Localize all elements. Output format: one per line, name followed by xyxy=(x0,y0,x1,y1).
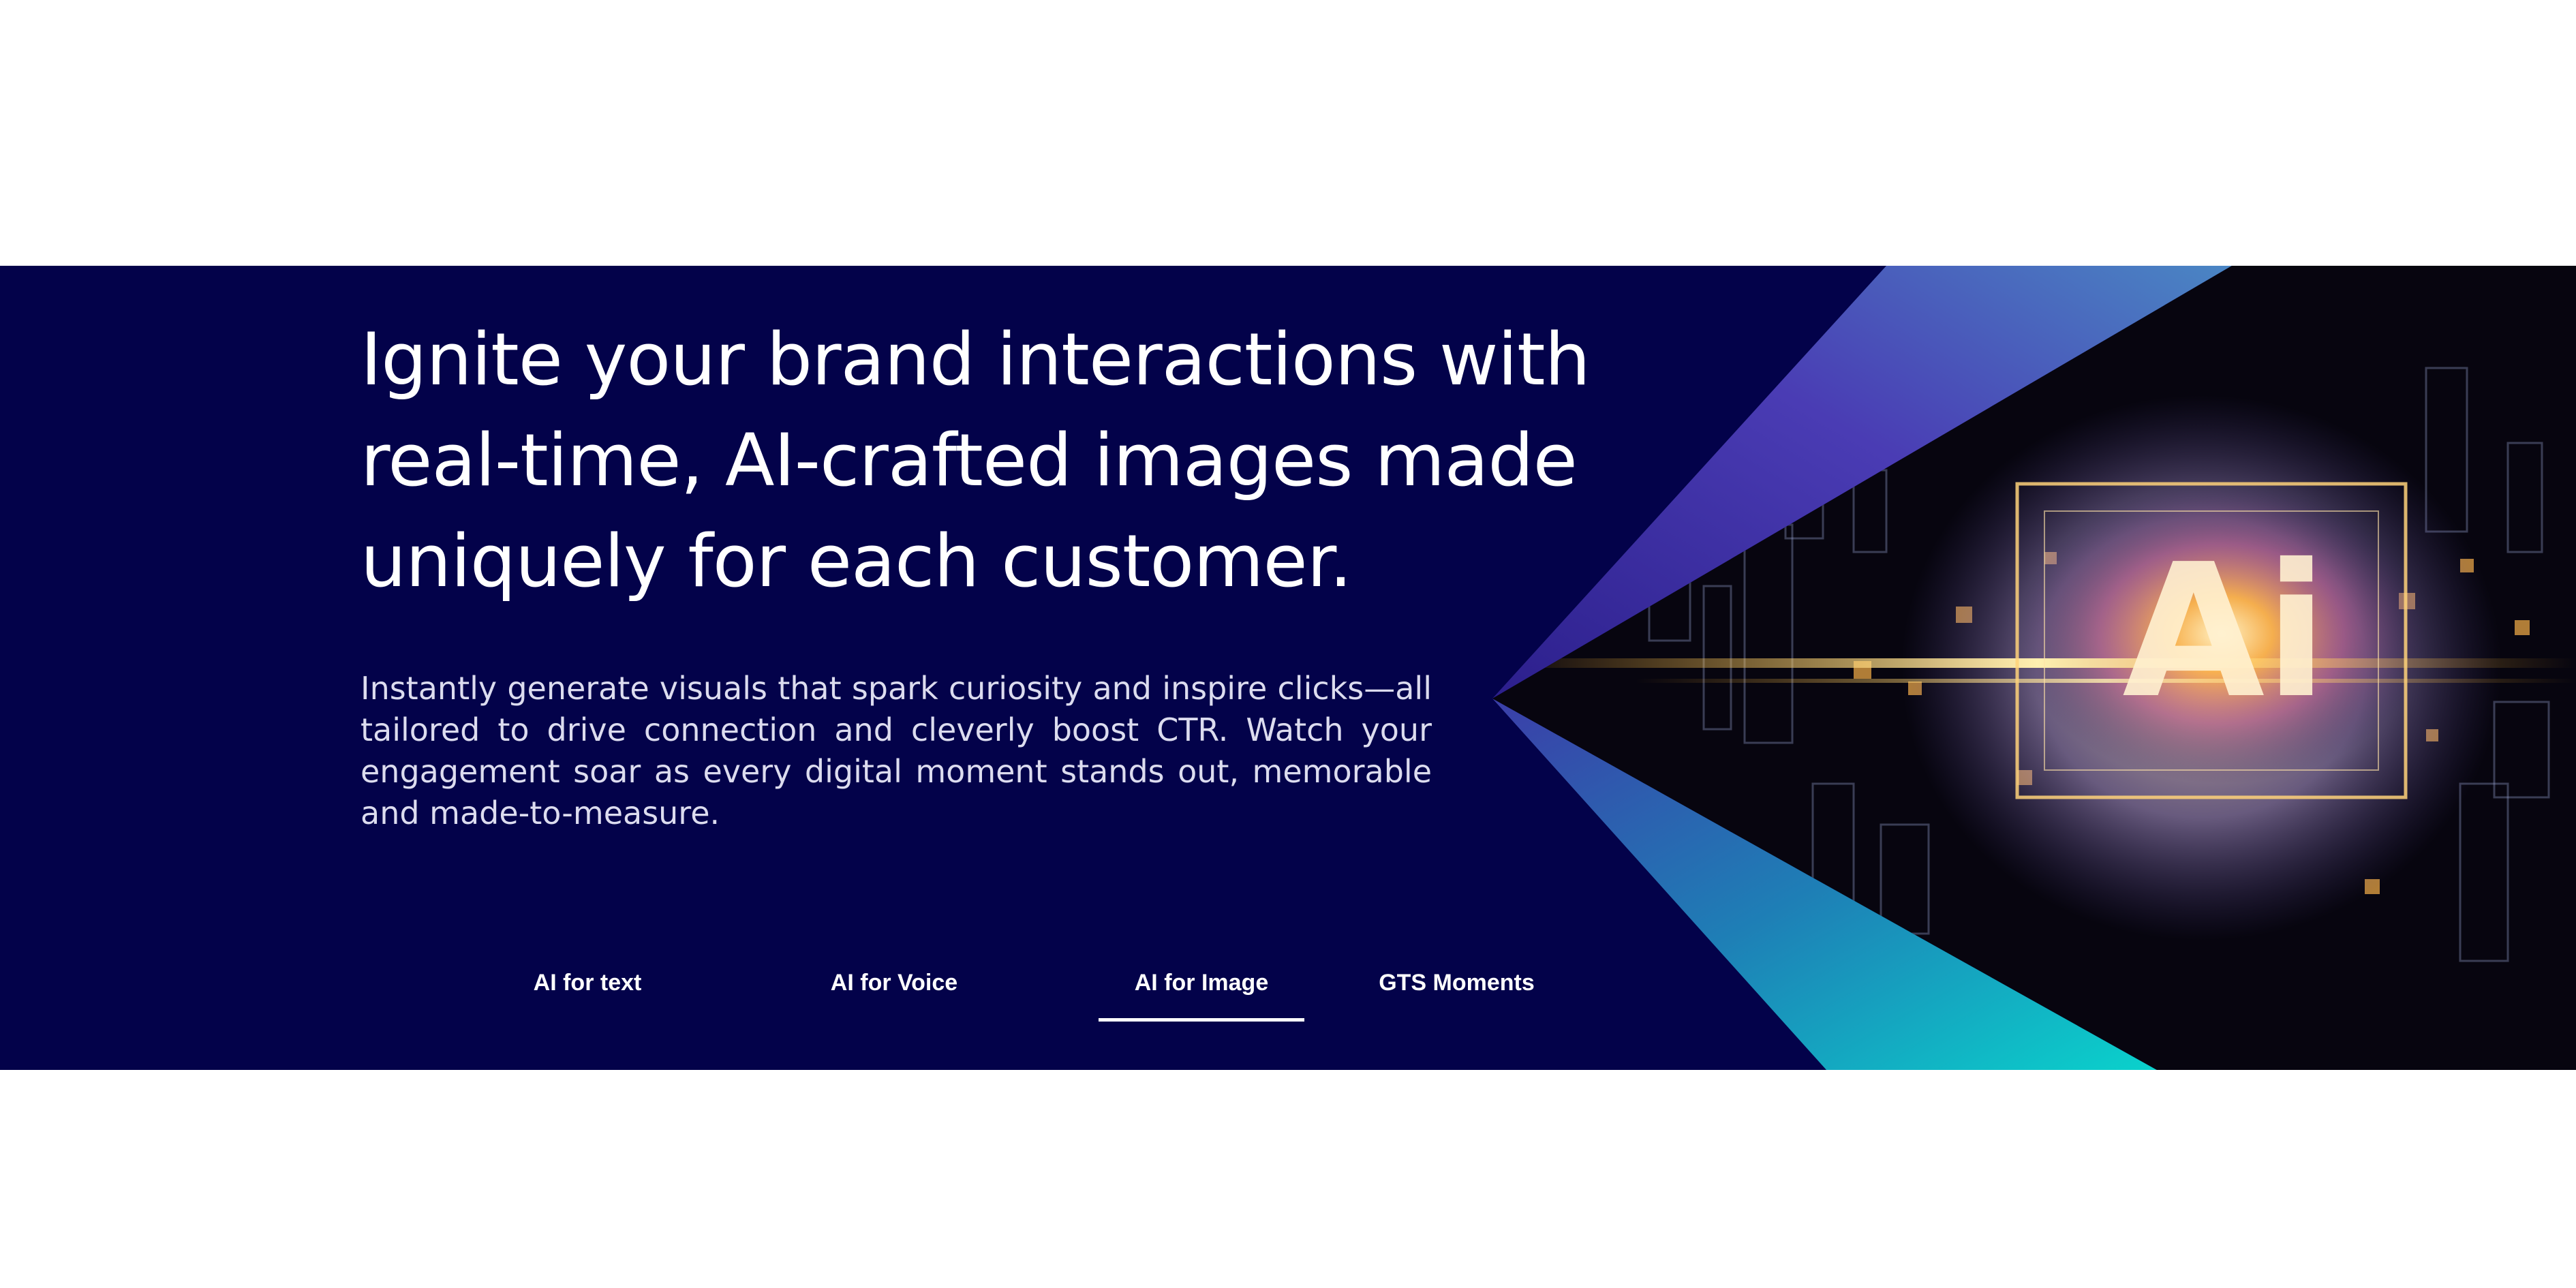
hero-description: Instantly generate visuals that spark cu… xyxy=(361,670,1432,831)
tab-ai-for-text[interactable]: AI for text xyxy=(485,947,690,1018)
hero-headline: Ignite your brand interactions with real… xyxy=(361,318,1591,603)
tab-ai-for-voice[interactable]: AI for Voice xyxy=(792,947,996,1018)
ai-emblem-text: Ai xyxy=(2122,524,2328,739)
tab-gts-moments[interactable]: GTS Moments xyxy=(1356,947,1557,1018)
tab-ai-for-image[interactable]: AI for Image xyxy=(1099,947,1304,1022)
hero-banner: Ai Ignite your brand interactions with r… xyxy=(0,266,2576,1070)
feature-tabs: AI for text AI for Voice AI for Image GT… xyxy=(0,947,2576,1029)
